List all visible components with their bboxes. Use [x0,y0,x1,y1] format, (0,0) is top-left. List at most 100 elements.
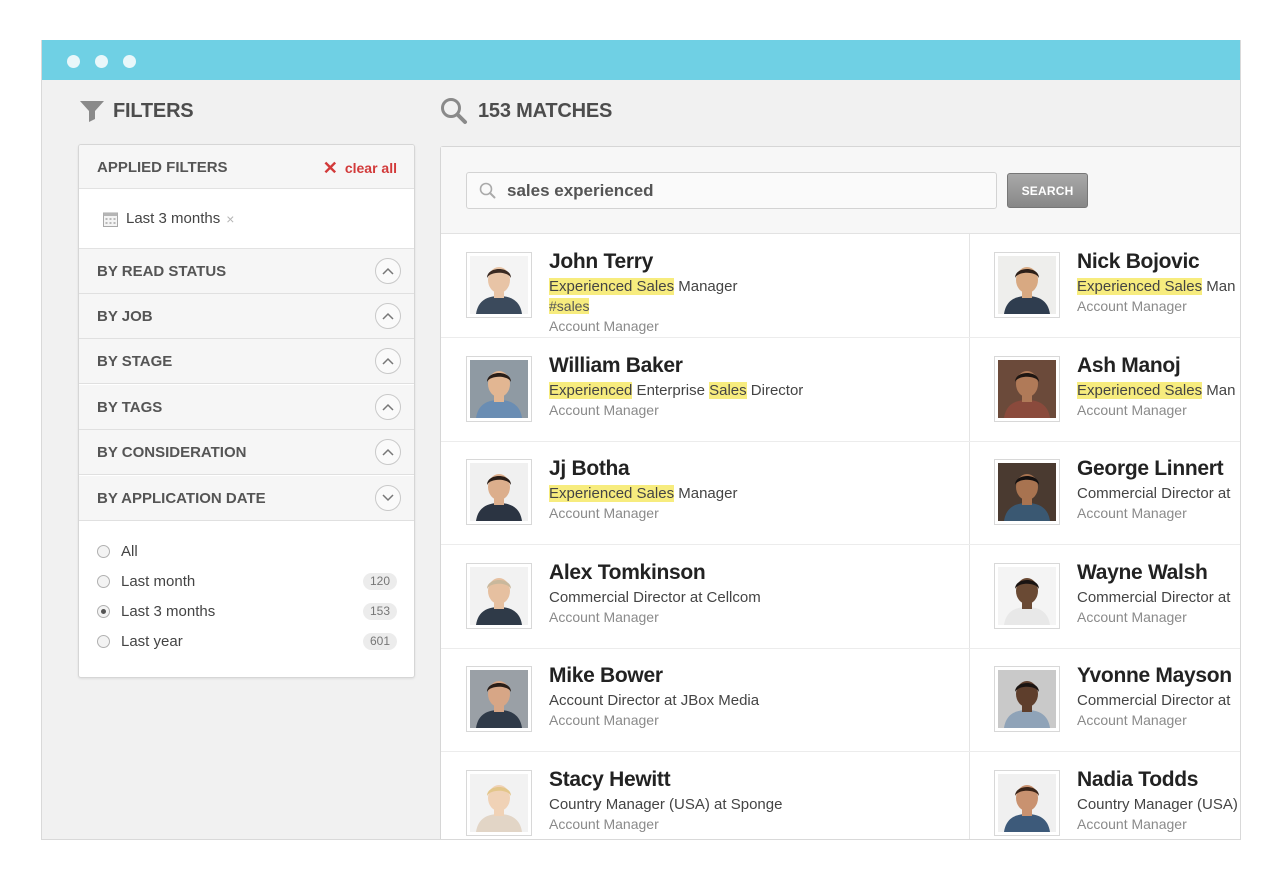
candidate-avatar[interactable] [994,562,1060,629]
search-input[interactable] [507,180,977,201]
candidate-card[interactable]: Jj Botha Experienced Sales Manager Account… [466,459,946,562]
candidate-card[interactable]: George Linnert Commercial Director at Acco… [994,459,1240,562]
candidate-card[interactable]: John Terry Experienced Sales Manager #sale… [466,252,946,355]
candidate-card[interactable]: Mike Bower Account Director at JBox Media… [466,666,946,769]
candidate-avatar[interactable] [994,770,1060,836]
chevron-up-icon[interactable] [375,303,401,329]
chevron-down-icon[interactable] [375,485,401,511]
candidate-card[interactable]: Nadia Todds Country Manager (USA) Account … [994,770,1240,839]
candidate-avatar[interactable] [994,459,1060,526]
filter-section-stage[interactable]: BY STAGE [79,339,414,384]
chevron-up-icon[interactable] [375,258,401,284]
filter-section-consideration[interactable]: BY CONSIDERATION [79,430,414,475]
search-bar: SEARCH [441,147,1240,234]
candidate-avatar[interactable] [994,355,1060,422]
section-label: BY JOB [97,308,153,325]
column-divider [969,234,970,839]
candidate-title: Experienced Enterprise Sales Director [549,381,803,399]
candidate-avatar[interactable] [466,252,532,318]
filter-section-job[interactable]: BY JOB [79,294,414,339]
candidate-name[interactable]: Ash Manoj [1077,356,1181,378]
candidate-name[interactable]: Nadia Todds [1077,770,1198,792]
candidate-card[interactable]: Alex Tomkinson Commercial Director at Cel… [466,562,946,666]
filter-section-read-status[interactable]: BY READ STATUS [79,249,414,294]
highlighted-term: Sales [709,381,747,399]
candidate-name[interactable]: Jj Botha [549,459,630,481]
candidate-name[interactable]: Stacy Hewitt [549,770,671,792]
highlighted-term: Experienced Sales [1077,278,1203,295]
candidate-avatar[interactable] [466,562,532,629]
title-text: Manager [674,278,738,295]
window-dot-minimize[interactable] [95,55,108,68]
window-dot-close[interactable] [67,55,80,68]
candidate-name[interactable]: William Baker [549,356,683,378]
candidate-name[interactable]: Wayne Walsh [1077,563,1208,585]
remove-filter-icon[interactable]: × [226,211,234,227]
candidate-card[interactable]: Nick Bojovic Experienced Sales Man Account… [994,252,1240,355]
date-option-last-month[interactable]: Last month 120 [97,570,397,592]
window-dot-maximize[interactable] [123,55,136,68]
candidate-name[interactable]: Nick Bojovic [1077,252,1200,274]
chevron-up-icon[interactable] [375,439,401,465]
app-window: FILTERS 153 MATCHES APPLIED FILTERS ✕ cl… [41,40,1241,840]
title-text: Account Director at JBox Media [549,692,760,710]
candidate-role: Account Manager [549,505,659,522]
candidate-avatar[interactable] [466,459,532,526]
candidate-title: Experienced Sales Man [1077,381,1235,399]
candidate-avatar[interactable] [994,666,1060,733]
candidate-card[interactable]: Yvonne Mayson Commercial Director at Accou… [994,666,1240,769]
title-text: Manager [674,485,738,503]
candidate-avatar[interactable] [994,252,1060,318]
radio-button-selected[interactable] [97,604,110,618]
close-icon: ✕ [322,158,338,178]
candidate-role: Account Manager [1077,816,1187,832]
chevron-up-icon[interactable] [375,394,401,420]
search-icon [440,97,468,125]
candidate-title: Commercial Director at [1077,692,1230,709]
candidate-title: Commercial Director at Cellcom [549,589,761,606]
matches-heading: 153 MATCHES [440,97,612,125]
date-option-last-3-months[interactable]: Last 3 months 153 [97,600,397,622]
section-label: BY TAGS [97,399,163,416]
candidate-card[interactable]: Wayne Walsh Commercial Director at Account… [994,562,1240,666]
candidate-card[interactable]: William Baker Experienced Enterprise Sale… [466,355,946,459]
filter-section-tags[interactable]: BY TAGS [79,385,414,430]
candidate-tag[interactable]: #sales [549,298,590,314]
candidate-title: Country Manager (USA) at Sponge [549,796,782,813]
radio-button[interactable] [97,634,110,648]
search-button[interactable]: SEARCH [1007,173,1088,208]
title-text: Country Manager (USA) at Sponge [549,796,783,813]
highlighted-term: Experienced [549,381,633,399]
option-label: All [121,542,138,560]
filter-section-application-date[interactable]: BY APPLICATION DATE [79,476,414,521]
applied-filters-list: Last 3 months × [79,189,414,249]
candidate-role: Account Manager [1077,608,1187,625]
candidate-role: Account Manager [1077,298,1187,314]
date-option-last-year[interactable]: Last year 601 [97,630,397,652]
candidate-title: Experienced Sales Manager [549,485,738,503]
candidate-avatar[interactable] [466,666,532,733]
option-label: Last month [121,572,196,590]
date-option-all[interactable]: All [97,540,397,562]
option-label: Last year [121,632,183,650]
candidate-name[interactable]: Alex Tomkinson [549,563,706,585]
candidate-role: Account Manager [549,608,659,625]
candidate-card[interactable]: Ash Manoj Experienced Sales Man Account Ma… [994,355,1240,459]
candidate-name[interactable]: John Terry [549,252,653,274]
radio-button[interactable] [97,574,110,588]
clear-all-button[interactable]: ✕ clear all [322,158,397,178]
matches-count: 153 MATCHES [478,99,613,122]
candidate-name[interactable]: George Linnert [1077,459,1224,481]
candidate-avatar[interactable] [466,355,532,422]
section-label: BY READ STATUS [97,263,227,280]
candidate-card[interactable]: Stacy Hewitt Country Manager (USA) at Spo… [466,770,946,839]
title-text: Enterprise [632,381,710,399]
chevron-up-icon[interactable] [375,348,401,374]
candidate-avatar[interactable] [466,770,532,836]
search-field[interactable] [466,172,997,209]
radio-button[interactable] [97,544,110,558]
highlighted-term: Experienced Sales [549,278,675,295]
candidate-name[interactable]: Mike Bower [549,666,663,688]
highlighted-term: Experienced Sales [549,485,675,503]
candidate-name[interactable]: Yvonne Mayson [1077,666,1232,688]
